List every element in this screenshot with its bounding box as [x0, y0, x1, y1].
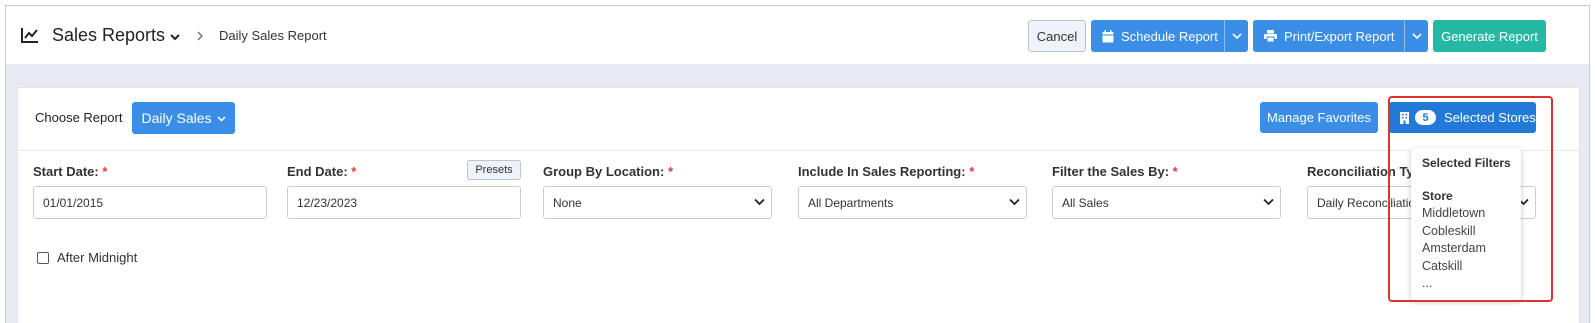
choose-report-label: Choose Report: [35, 110, 123, 125]
selected-filters-popup: Selected Filters Store Middletown Cobles…: [1411, 148, 1521, 300]
report-toolbar: Choose Report Daily Sales Manage Favorit…: [18, 88, 1579, 151]
schedule-report-caret[interactable]: [1224, 20, 1248, 52]
selected-stores-button[interactable]: 5 Selected Stores: [1389, 102, 1536, 133]
store-item: Cobleskill: [1422, 223, 1476, 238]
print-export-main[interactable]: Print/Export Report: [1253, 20, 1404, 52]
after-midnight-checkbox[interactable]: [37, 251, 49, 264]
store-heading: Store: [1422, 189, 1453, 203]
start-date-label: Start Date: *: [33, 164, 108, 179]
end-date-label: End Date: *: [287, 164, 357, 179]
selected-filters-title: Selected Filters: [1422, 156, 1511, 170]
filter-sales-value: All Sales: [1062, 195, 1109, 210]
filter-sales-label: Filter the Sales By: *: [1052, 164, 1178, 179]
page-header: Sales Reports Daily Sales Report Cancel …: [6, 6, 1589, 64]
store-item: Catskill: [1422, 258, 1463, 273]
store-item: Amsterdam: [1422, 241, 1486, 255]
include-sales-label: Include In Sales Reporting: *: [798, 164, 975, 179]
schedule-report-button[interactable]: Schedule Report: [1091, 20, 1248, 52]
include-sales-select[interactable]: All Departments: [798, 186, 1027, 219]
line-chart-icon: [21, 28, 38, 43]
print-export-caret[interactable]: [1404, 20, 1428, 52]
calendar-icon: [1102, 29, 1114, 42]
after-midnight-label: After Midnight: [57, 250, 138, 265]
chevron-down-icon: [1411, 33, 1422, 40]
end-date-input[interactable]: 12/23/2023: [287, 186, 521, 219]
printer-icon: [1264, 30, 1277, 42]
chevron-right-icon: [197, 31, 204, 41]
reconciliation-value: Daily Reconciliation: [1317, 195, 1422, 210]
report-type-select[interactable]: Daily Sales: [132, 102, 235, 134]
filter-sales-select[interactable]: All Sales: [1052, 186, 1281, 219]
chevron-down-icon: [216, 115, 226, 122]
report-type-value: Daily Sales: [141, 110, 212, 126]
store-item: Middletown: [1422, 206, 1486, 220]
include-sales-value: All Departments: [808, 195, 894, 210]
chevron-down-icon: [1263, 198, 1274, 206]
report-panel: Choose Report Daily Sales Manage Favorit…: [17, 87, 1580, 323]
print-export-button[interactable]: Print/Export Report: [1253, 20, 1428, 52]
group-by-label: Group By Location: *: [543, 164, 674, 179]
store-item-more: ...: [1422, 276, 1433, 290]
print-export-label: Print/Export Report: [1284, 28, 1395, 44]
generate-report-button[interactable]: Generate Report: [1433, 20, 1546, 52]
chevron-down-icon[interactable]: [168, 30, 182, 44]
building-icon: [1400, 111, 1409, 124]
chevron-down-icon: [754, 198, 765, 206]
presets-button[interactable]: Presets: [467, 160, 521, 180]
group-by-value: None: [553, 195, 582, 210]
after-midnight-option[interactable]: After Midnight: [37, 250, 137, 265]
group-by-select[interactable]: None: [543, 186, 772, 219]
chevron-down-icon: [1231, 33, 1242, 40]
manage-favorites-button[interactable]: Manage Favorites: [1260, 102, 1378, 133]
selected-stores-label: Selected Stores: [1444, 110, 1536, 125]
store-count-badge: 5: [1415, 110, 1436, 125]
breadcrumb[interactable]: Daily Sales Report: [219, 28, 327, 43]
page-title: Sales Reports: [52, 25, 166, 45]
start-date-input[interactable]: 01/01/2015: [33, 186, 267, 219]
app-frame: Sales Reports Daily Sales Report Cancel …: [5, 5, 1590, 323]
schedule-report-label: Schedule Report: [1121, 28, 1218, 44]
cancel-button[interactable]: Cancel: [1028, 20, 1086, 52]
chevron-down-icon: [1009, 198, 1020, 206]
schedule-report-main[interactable]: Schedule Report: [1091, 20, 1224, 52]
